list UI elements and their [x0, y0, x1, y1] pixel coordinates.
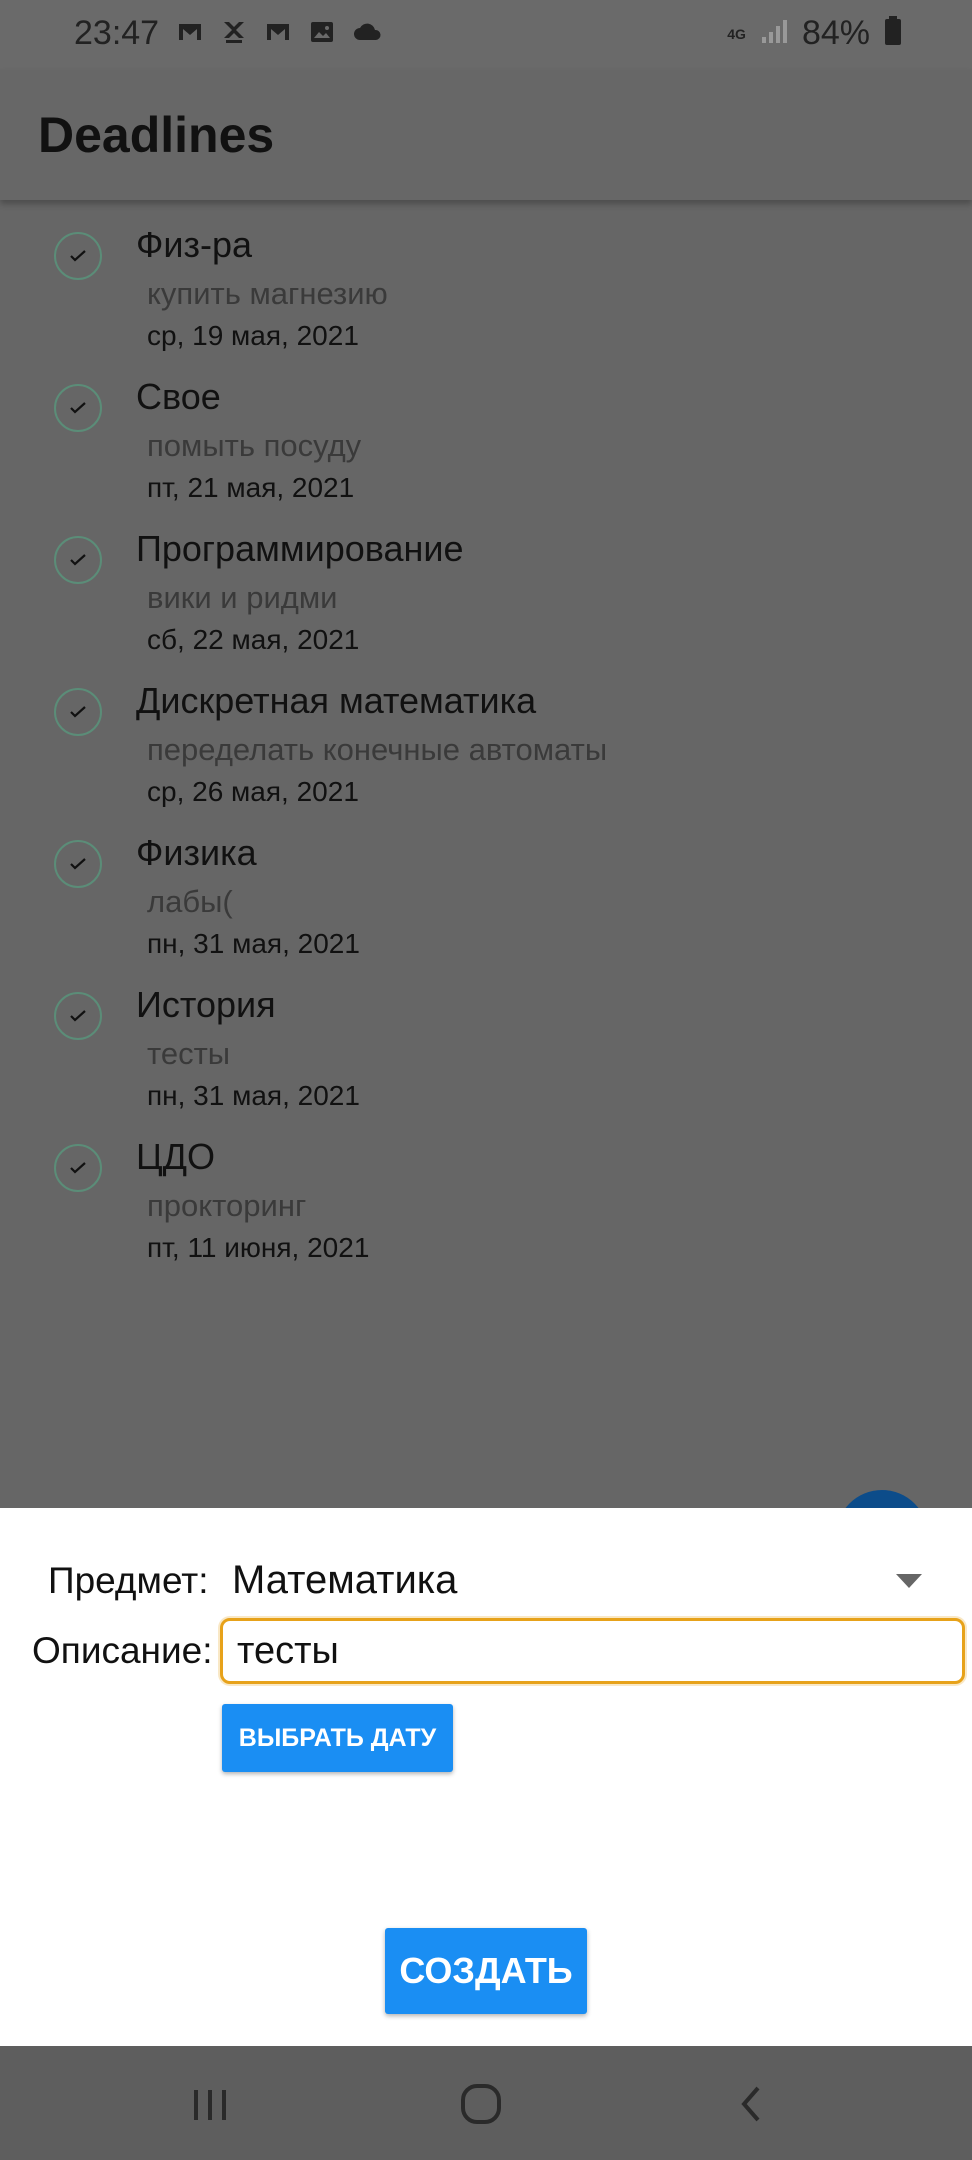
- item-description: переделать конечные автоматы: [147, 732, 608, 767]
- description-input[interactable]: [220, 1618, 965, 1684]
- item-description: лабы(: [147, 884, 233, 919]
- pick-date-button[interactable]: ВЫБРАТЬ ДАТУ: [222, 1704, 453, 1772]
- app-bar: Deadlines: [0, 70, 972, 200]
- item-date: сб, 22 мая, 2021: [147, 624, 360, 655]
- navigation-bar: [0, 2046, 972, 2160]
- check-icon[interactable]: [54, 992, 102, 1040]
- cloud-icon: [352, 18, 381, 46]
- list-item[interactable]: История тесты пн, 31 мая, 2021: [0, 970, 972, 1122]
- list-item[interactable]: Дискретная математика переделать конечны…: [0, 666, 972, 818]
- item-description: вики и ридми: [147, 580, 338, 615]
- item-date: пт, 21 мая, 2021: [147, 472, 355, 503]
- back-icon[interactable]: [722, 2074, 782, 2134]
- check-icon[interactable]: [54, 840, 102, 888]
- check-icon[interactable]: [54, 688, 102, 736]
- item-description: помыть посуду: [147, 428, 362, 463]
- list-item[interactable]: Свое помыть посуду пт, 21 мая, 2021: [0, 362, 972, 514]
- home-icon[interactable]: [451, 2074, 511, 2134]
- item-date: ср, 19 мая, 2021: [147, 320, 359, 351]
- description-label: Описание:: [32, 1630, 213, 1671]
- item-date: пн, 31 мая, 2021: [147, 928, 360, 959]
- subject-value: Математика: [232, 1558, 458, 1602]
- list-item[interactable]: Физика лабы( пн, 31 мая, 2021: [0, 818, 972, 970]
- check-icon[interactable]: [54, 384, 102, 432]
- battery-percent: 84%: [801, 14, 870, 52]
- status-right: 4G 84%: [727, 14, 902, 53]
- list-item[interactable]: Физ-ра купить магнезию ср, 19 мая, 2021: [0, 210, 972, 362]
- list-item[interactable]: ЦДО прокторинг пт, 11 июня, 2021: [0, 1122, 972, 1274]
- create-deadline-sheet: Предмет: Математика Описание: ВЫБРАТЬ ДА…: [0, 1508, 972, 2046]
- status-bar: 23:47 4G 84%: [0, 0, 972, 70]
- page-title: Deadlines: [38, 107, 275, 163]
- item-subject: Дискретная математика: [136, 680, 537, 721]
- item-description: прокторинг: [147, 1188, 307, 1223]
- battery-icon: [884, 16, 902, 51]
- notification-icons: [176, 18, 381, 46]
- item-subject: Физика: [136, 832, 257, 873]
- item-description: купить магнезию: [147, 276, 388, 311]
- item-subject: Программирование: [136, 528, 464, 569]
- signal-icon: [760, 17, 788, 50]
- subject-label: Предмет:: [48, 1560, 209, 1601]
- gmail-icon: [176, 18, 204, 46]
- item-subject: Свое: [136, 376, 221, 417]
- dropdown-arrow-icon: [896, 1574, 922, 1588]
- gallery-icon: [308, 18, 336, 46]
- recent-apps-icon[interactable]: [180, 2074, 240, 2134]
- list-item[interactable]: Программирование вики и ридми сб, 22 мая…: [0, 514, 972, 666]
- app-icon: [220, 18, 248, 46]
- item-subject: Физ-ра: [136, 224, 253, 265]
- status-time: 23:47: [74, 14, 160, 52]
- create-button[interactable]: СОЗДАТЬ: [385, 1928, 587, 2014]
- subject-dropdown[interactable]: Математика: [232, 1552, 932, 1612]
- check-icon[interactable]: [54, 536, 102, 584]
- item-subject: История: [136, 984, 276, 1025]
- item-date: пт, 11 июня, 2021: [147, 1232, 370, 1263]
- item-date: ср, 26 мая, 2021: [147, 776, 359, 807]
- network-type: 4G: [727, 25, 746, 42]
- item-description: тесты: [147, 1036, 231, 1071]
- check-icon[interactable]: [54, 1144, 102, 1192]
- check-icon[interactable]: [54, 232, 102, 280]
- gmail-icon: [264, 18, 292, 46]
- item-date: пн, 31 мая, 2021: [147, 1080, 360, 1111]
- item-subject: ЦДО: [136, 1136, 216, 1177]
